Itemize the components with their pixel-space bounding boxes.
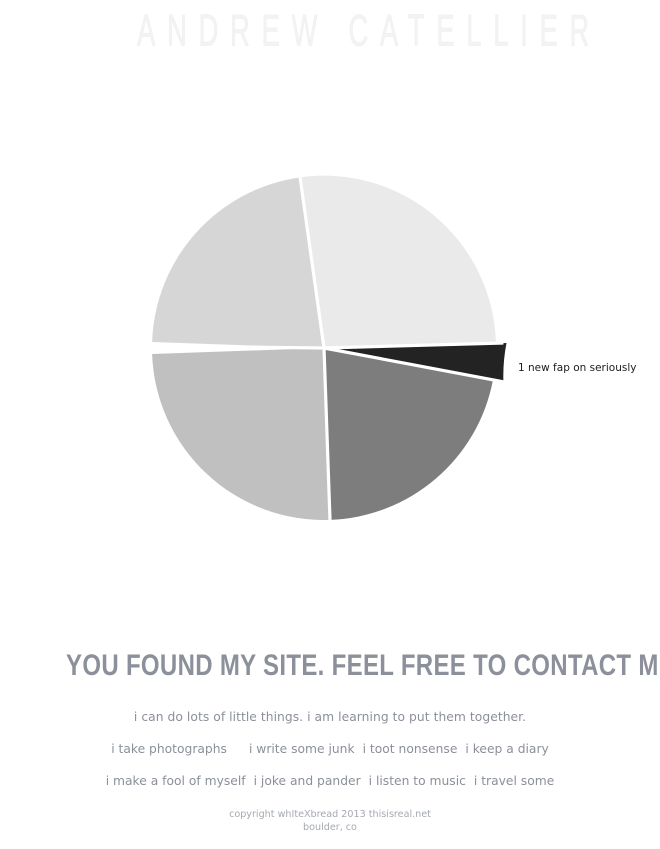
content-block: YOU FOUND MY SITE. FEEL FREE TO CONTACT … [0,650,660,834]
footer-location-line: boulder, co [303,821,357,833]
nav-links-row-1: i take photographs i write some junk i too… [0,741,660,757]
link-listen-to-music[interactable]: i listen to music [369,774,466,788]
pie-chart-svg [152,175,507,521]
link-keep-a-diary[interactable]: i keep a diary [465,742,548,756]
link-joke-and-pander[interactable]: i joke and pander [254,774,361,788]
pie-slice-top-left[interactable] [152,177,324,348]
pie-slice-top-right[interactable] [300,175,496,348]
link-toot-nonsense[interactable]: i toot nonsense [363,742,458,756]
link-make-a-fool-of-myself[interactable]: i make a fool of myself [106,774,246,788]
pie-chart: 1 new fap on seriously [0,150,660,570]
pie-callout-label: 1 new fap on seriously [518,362,637,374]
tagline: i can do lots of little things. i am lea… [133,710,527,724]
footer-copyright-line[interactable]: copyright whIteXbread 2013 thisisreal.ne… [0,809,660,822]
link-take-photographs[interactable]: i take photographs [111,742,227,756]
pie-slice-bottom-left[interactable] [152,348,330,521]
page-title: YOU FOUND MY SITE. FEEL FREE TO CONTACT … [66,649,660,682]
nav-links-row-2: i make a fool of myself i joke and pander… [0,773,660,789]
link-write-some-junk[interactable]: i write some junk [249,742,355,756]
site-title: ANDREW CATELLIER [137,5,602,56]
footer-credit: copyright whIteXbread 2013 thisisreal.ne… [0,809,660,834]
link-travel-some[interactable]: i travel some [474,774,554,788]
